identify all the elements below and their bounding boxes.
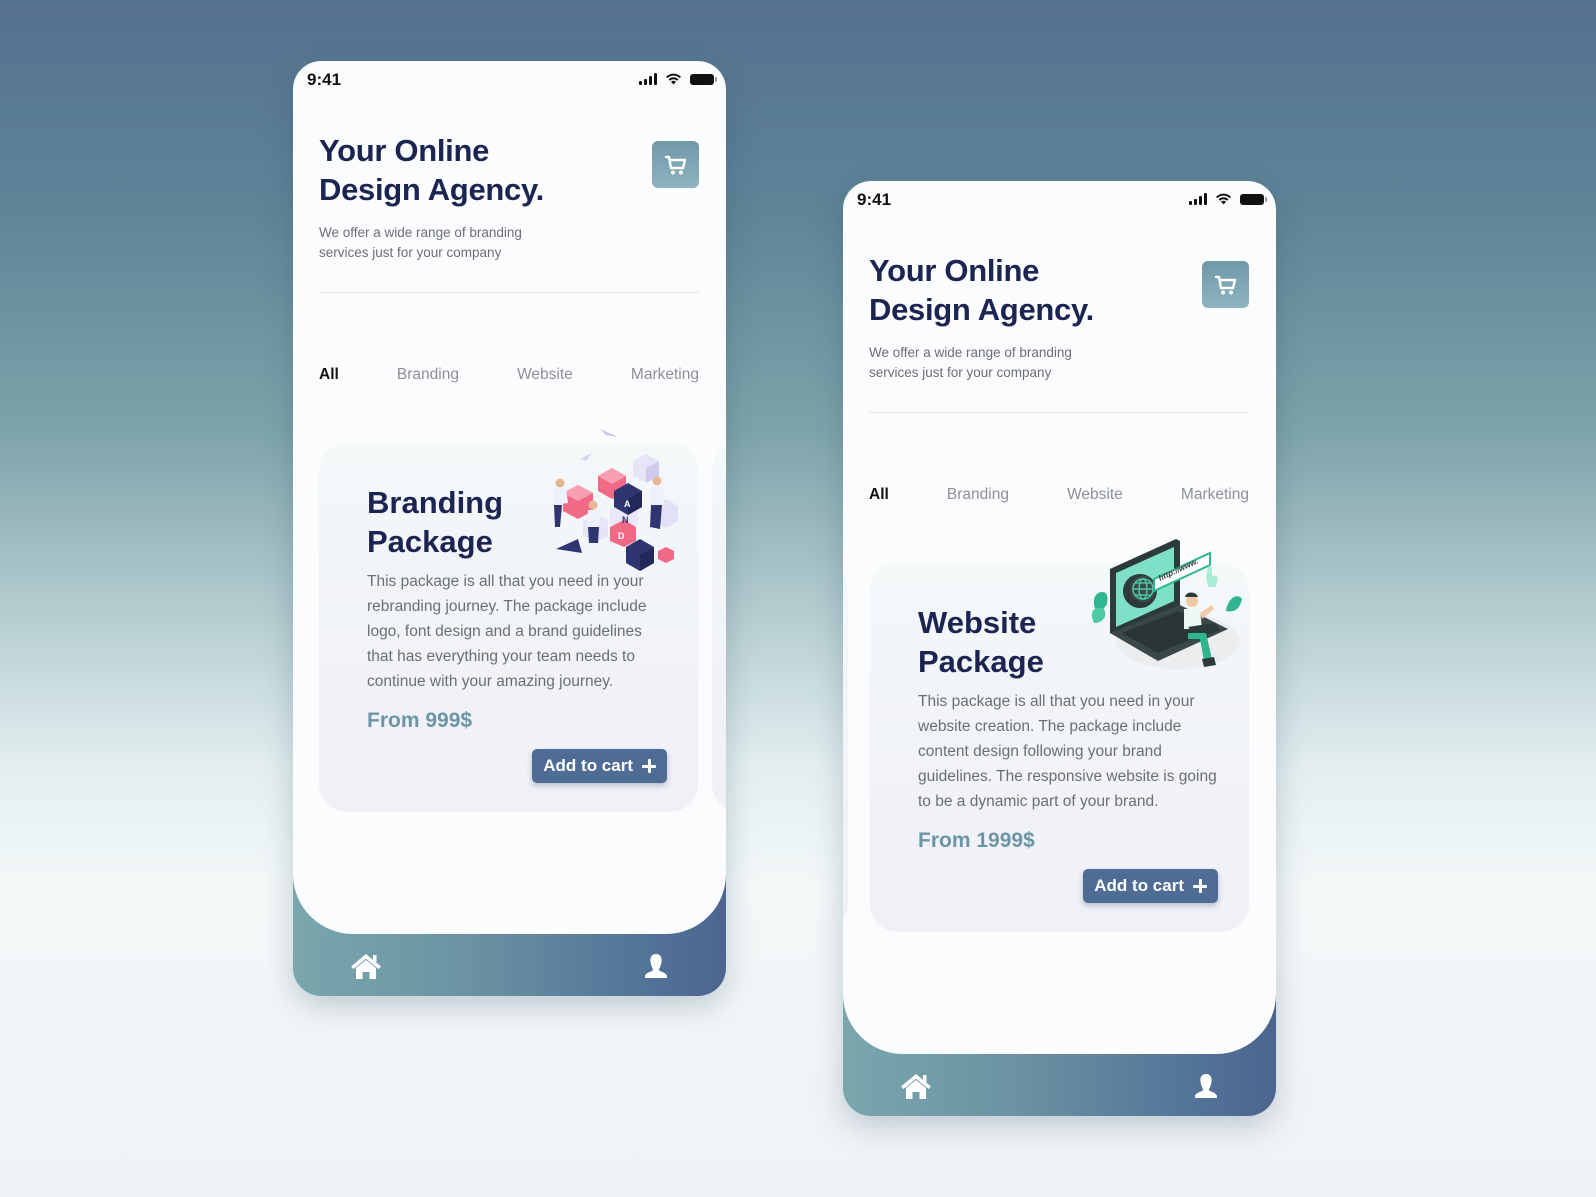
package-description: This package is all that you need in you…	[367, 573, 647, 690]
plus-icon	[1193, 879, 1207, 893]
screen-content: 9:41 Your Online Design Agency. We offer…	[843, 181, 1276, 1054]
wifi-icon	[1216, 193, 1231, 205]
subtitle-line2: services just for your company	[869, 365, 1052, 380]
brand-blocks-illustration: A N D	[554, 429, 678, 571]
add-to-cart-label: Add to cart	[1094, 876, 1184, 895]
tab-all[interactable]: All	[319, 366, 339, 384]
status-bar: 9:41	[843, 181, 1276, 221]
package-title-line1: Branding	[367, 485, 504, 520]
category-tabs: All Branding Website Marketing	[319, 366, 699, 384]
tab-website[interactable]: Website	[1067, 486, 1123, 504]
subtitle-line1: We offer a wide range of branding	[319, 225, 522, 240]
plus-icon	[642, 759, 656, 773]
tab-branding[interactable]: Branding	[397, 366, 459, 384]
package-title: Branding Package	[367, 483, 547, 561]
package-title-line1: Website	[918, 605, 1037, 640]
package-title: Website Package	[918, 603, 1098, 681]
add-to-cart-button[interactable]: Add to cart	[532, 749, 667, 783]
page-title-line2: Design Agency.	[319, 172, 544, 207]
header-divider	[869, 412, 1249, 413]
tab-marketing[interactable]: Marketing	[631, 366, 699, 384]
package-price: From 999$	[367, 709, 473, 732]
cart-icon	[664, 155, 686, 174]
cart-button[interactable]	[652, 141, 699, 188]
tab-all[interactable]: All	[869, 486, 889, 504]
page-title-line1: Your Online	[869, 253, 1040, 288]
header-divider	[319, 292, 699, 293]
page-subtitle: We offer a wide range of branding servic…	[319, 223, 579, 263]
paper-plane-icon	[556, 539, 582, 553]
package-title-line2: Package	[367, 524, 493, 559]
category-tabs: All Branding Website Marketing	[869, 486, 1249, 504]
laptop-website-illustration: http://www.	[1091, 539, 1242, 669]
profile-icon[interactable]	[1194, 1073, 1218, 1099]
plant-icon	[1226, 596, 1242, 612]
wifi-icon	[666, 73, 681, 85]
tab-marketing[interactable]: Marketing	[1181, 486, 1249, 504]
page-title: Your Online Design Agency.	[319, 131, 639, 209]
bottom-nav	[843, 1054, 1276, 1116]
subtitle-line2: services just for your company	[319, 245, 502, 260]
tab-website[interactable]: Website	[517, 366, 573, 384]
package-price: From 1999$	[918, 829, 1035, 852]
profile-icon[interactable]	[644, 953, 668, 979]
battery-icon	[1240, 193, 1267, 205]
svg-text:N: N	[622, 515, 629, 525]
previous-package-card[interactable]	[843, 563, 848, 932]
pointer-hand-icon	[1206, 567, 1218, 587]
subtitle-line1: We offer a wide range of branding	[869, 345, 1072, 360]
phone-screen-branding: 9:41 Your Online Design Agency. We offer…	[293, 61, 726, 996]
package-description: This package is all that you need in you…	[918, 693, 1217, 810]
status-time: 9:41	[307, 70, 342, 89]
svg-text:A: A	[624, 499, 631, 509]
signal-icon	[1189, 193, 1207, 205]
status-time: 9:41	[857, 190, 892, 209]
add-to-cart-label: Add to cart	[543, 756, 633, 775]
package-title-line2: Package	[918, 644, 1044, 679]
svg-text:D: D	[618, 531, 625, 541]
cart-icon	[1214, 275, 1236, 294]
next-package-card[interactable]	[712, 443, 726, 812]
page-subtitle: We offer a wide range of branding servic…	[869, 343, 1129, 383]
page-title-line2: Design Agency.	[869, 292, 1094, 327]
paper-plane-icon	[600, 429, 618, 437]
page-title: Your Online Design Agency.	[869, 251, 1189, 329]
battery-icon	[690, 73, 717, 85]
home-icon[interactable]	[350, 953, 382, 979]
status-icons	[639, 73, 717, 85]
screen-content: 9:41 Your Online Design Agency. We offer…	[293, 61, 726, 934]
tab-branding[interactable]: Branding	[947, 486, 1009, 504]
bottom-nav	[293, 934, 726, 996]
add-to-cart-button[interactable]: Add to cart	[1083, 869, 1218, 903]
person-figure	[587, 500, 600, 543]
paper-plane-icon	[580, 453, 592, 461]
person-figure	[554, 478, 568, 527]
signal-icon	[639, 73, 657, 85]
home-icon[interactable]	[900, 1073, 932, 1099]
phone-screen-website: 9:41 Your Online Design Agency. We offer…	[843, 181, 1276, 1116]
cart-button[interactable]	[1202, 261, 1249, 308]
page-title-line1: Your Online	[319, 133, 490, 168]
plant-icon	[1091, 607, 1106, 623]
status-bar: 9:41	[293, 61, 726, 101]
status-icons	[1189, 193, 1267, 205]
